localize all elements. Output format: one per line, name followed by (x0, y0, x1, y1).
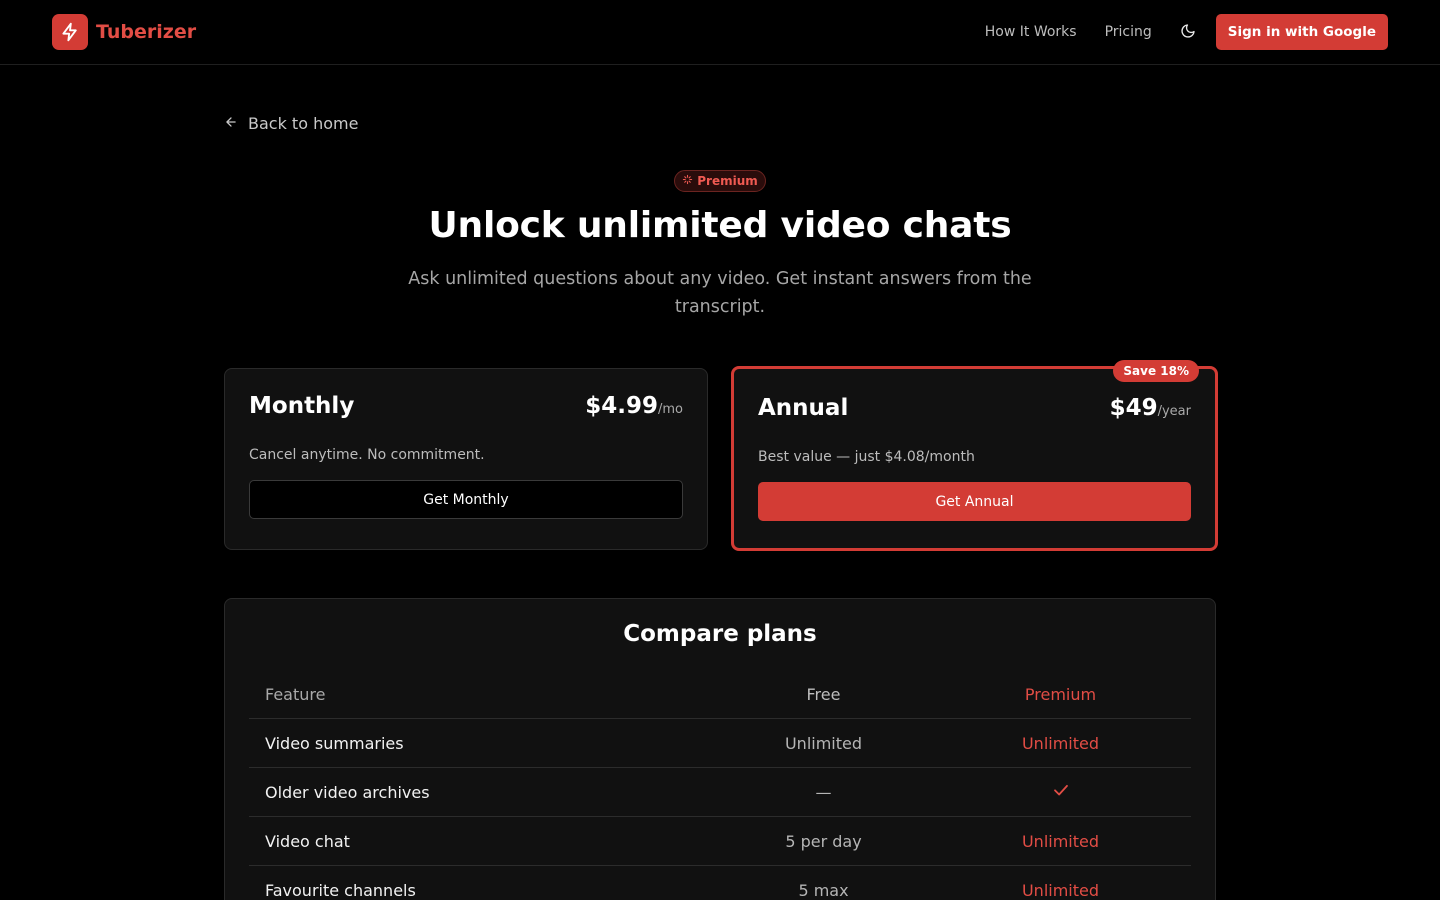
header-free: Free (806, 685, 841, 704)
monthly-price-value: $4.99 (585, 393, 658, 419)
arrow-left-icon (224, 114, 248, 133)
annual-price: $49/year (1110, 395, 1191, 421)
brand-link[interactable]: Tuberizer (52, 14, 196, 50)
premium-cell: Unlimited (1021, 880, 1100, 900)
compare-plans-panel: Compare plans Feature Free Premium Video… (224, 598, 1216, 900)
sparkles-icon (682, 174, 697, 188)
table-row: Older video archives — (249, 768, 1191, 817)
header-premium: Premium (1024, 685, 1097, 704)
feature-cell: Video summaries (265, 733, 404, 753)
table-row: Favourite channels 5 max Unlimited (249, 866, 1191, 900)
get-annual-button[interactable]: Get Annual (758, 482, 1191, 521)
monthly-price-period: /mo (658, 402, 683, 417)
premium-badge: Premium (674, 170, 766, 192)
page-title: Unlock unlimited video chats (428, 205, 1012, 246)
monthly-plan-description: Cancel anytime. No commitment. (249, 447, 485, 463)
brand-name: Tuberizer (96, 21, 197, 43)
check-icon (1052, 784, 1070, 803)
back-label: Back to home (248, 114, 359, 133)
annual-price-value: $49 (1109, 395, 1158, 421)
feature-cell: Video chat (265, 831, 350, 851)
annual-plan-card: Save 18% Annual $49/year Best value — ju… (731, 360, 1218, 551)
compare-title: Compare plans (623, 621, 817, 647)
sign-in-google-button[interactable]: Sign in with Google (1215, 14, 1388, 50)
premium-badge-label: Premium (697, 174, 758, 188)
compare-table: Feature Free Premium Video summaries Unl… (249, 671, 1191, 900)
save-badge: Save 18% (1113, 360, 1199, 382)
premium-cell: Unlimited (1021, 831, 1100, 851)
theme-toggle-button[interactable] (1176, 20, 1200, 44)
free-cell: 5 max (798, 880, 849, 900)
free-cell: — (815, 782, 832, 802)
header-feature: Feature (265, 685, 326, 704)
annual-plan-description: Best value — just $4.08/month (758, 449, 975, 465)
free-cell: 5 per day (785, 831, 862, 851)
table-row: Video summaries Unlimited Unlimited (249, 719, 1191, 768)
premium-cell: Unlimited (1021, 733, 1100, 753)
free-cell: Unlimited (784, 733, 863, 753)
lightning-bolt-icon (52, 14, 88, 50)
feature-cell: Favourite channels (265, 880, 416, 900)
back-to-home-link[interactable]: Back to home (224, 114, 358, 133)
page-subtitle: Ask unlimited questions about any video.… (408, 269, 1032, 317)
monthly-price: $4.99/mo (585, 393, 683, 419)
monthly-plan-card: Monthly $4.99/mo Cancel anytime. No comm… (224, 368, 708, 550)
annual-price-period: /year (1157, 404, 1191, 419)
top-header: Tuberizer How It Works Pricing Sign in w… (0, 0, 1440, 65)
table-row: Video chat 5 per day Unlimited (249, 817, 1191, 866)
moon-icon (1180, 23, 1196, 42)
nav-how-it-works[interactable]: How It Works (985, 24, 1077, 40)
annual-plan-name: Annual (758, 395, 849, 421)
monthly-plan-name: Monthly (249, 393, 355, 419)
nav-pricing[interactable]: Pricing (1105, 24, 1152, 40)
main-nav: How It Works Pricing Sign in with Google (985, 14, 1388, 50)
table-header-row: Feature Free Premium (249, 671, 1191, 719)
get-monthly-button[interactable]: Get Monthly (249, 480, 683, 519)
feature-cell: Older video archives (265, 782, 430, 802)
premium-cell (980, 781, 1141, 803)
